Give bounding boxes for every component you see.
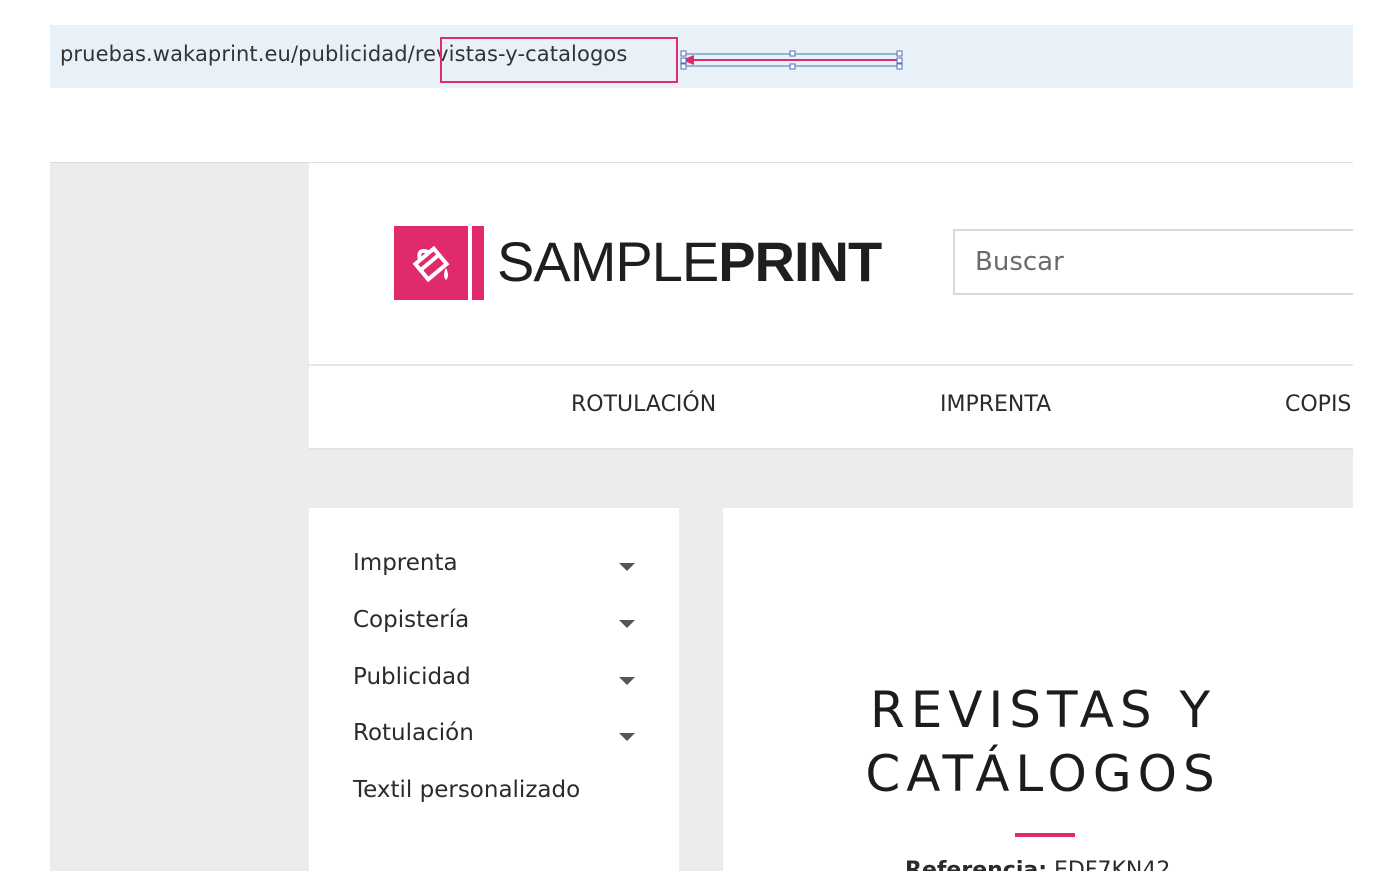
nav-item-imprenta[interactable]: IMPRENTA (940, 392, 1051, 417)
title-accent-line (1015, 833, 1075, 837)
page-title-line-2: CATÁLOGOS (865, 745, 1221, 803)
reference-label: Referencia: (905, 858, 1048, 871)
url-prefix: pruebas.wakaprint.eu/publicidad/ (60, 42, 415, 66)
product-content: REVISTAS Y CATÁLOGOS Referencia: EDF7KN4… (723, 508, 1353, 871)
sidebar-item-imprenta[interactable]: Imprenta (353, 550, 458, 576)
logo-wordmark: SAMPLEPRINT (497, 230, 882, 294)
website-preview: SAMPLEPRINT ROTULACIÓN IMPRENTA COPIS Im… (50, 163, 1353, 871)
search-input[interactable] (975, 245, 1353, 279)
logo-text-bold: PRINT (718, 230, 882, 293)
search-box[interactable] (953, 229, 1353, 295)
chevron-down-icon[interactable] (619, 677, 635, 685)
chevron-down-icon[interactable] (619, 733, 635, 741)
chevron-down-icon[interactable] (619, 620, 635, 628)
logo-divider-bar (472, 226, 484, 300)
page-title: REVISTAS Y CATÁLOGOS (723, 678, 1353, 806)
sidebar-item-rotulacion[interactable]: Rotulación (353, 720, 474, 746)
chevron-down-icon[interactable] (619, 563, 635, 571)
reference-value: EDF7KN42 (1054, 858, 1171, 871)
annotation-arrow-icon (680, 50, 903, 70)
site-header: SAMPLEPRINT (309, 163, 1353, 366)
paint-bucket-icon (394, 226, 468, 300)
nav-item-rotulacion[interactable]: ROTULACIÓN (571, 392, 716, 417)
nav-item-copisteria[interactable]: COPIS (1285, 392, 1351, 417)
category-sidebar: Imprenta Copistería Publicidad Rotulació… (309, 508, 679, 871)
sidebar-item-publicidad[interactable]: Publicidad (353, 664, 471, 690)
sidebar-item-textil[interactable]: Textil personalizado (353, 777, 580, 803)
url-slug-highlight-box (440, 37, 678, 83)
main-nav: ROTULACIÓN IMPRENTA COPIS (309, 366, 1353, 450)
logo-text-light: SAMPLE (497, 230, 719, 293)
product-reference: Referencia: EDF7KN42 (905, 858, 1305, 871)
sidebar-item-copisteria[interactable]: Copistería (353, 607, 469, 633)
address-bar[interactable]: pruebas.wakaprint.eu/publicidad/revistas… (50, 25, 1353, 88)
page-title-line-1: REVISTAS Y (869, 681, 1217, 739)
